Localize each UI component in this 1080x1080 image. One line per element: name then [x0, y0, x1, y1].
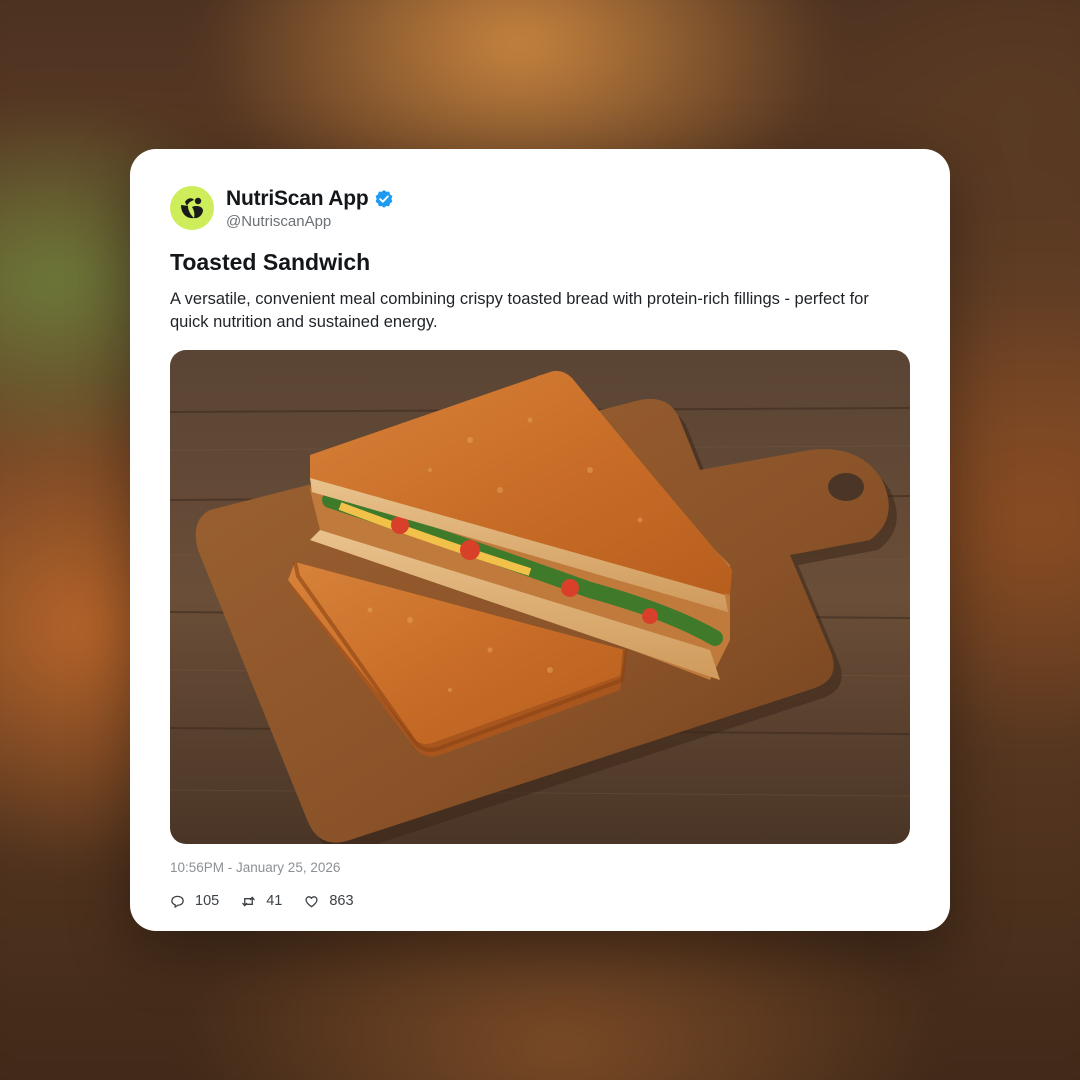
like-button[interactable]: 863 [304, 893, 354, 909]
like-count: 863 [329, 893, 354, 909]
reply-count: 105 [195, 893, 220, 909]
verified-badge-icon [376, 189, 393, 208]
repost-button[interactable]: 41 [241, 893, 282, 909]
post-title: Toasted Sandwich [170, 249, 371, 275]
reply-button[interactable]: 105 [170, 893, 219, 909]
avatar[interactable] [170, 186, 214, 230]
heart-icon [305, 895, 318, 907]
post-image[interactable] [170, 350, 910, 844]
nutriscan-logo-icon [181, 197, 203, 219]
toasted-sandwich-photo [170, 350, 910, 844]
post-description: A versatile, convenient meal combining c… [170, 290, 869, 331]
speech-bubble-icon [171, 895, 184, 908]
account-handle[interactable]: @NutriscanApp [226, 213, 394, 230]
post-timestamp[interactable]: 10:56PM - January 25, 2026 [170, 860, 910, 875]
post-card: NutriScan App @NutriscanApp Toasted Sand… [130, 149, 950, 931]
account-name[interactable]: NutriScan App [226, 187, 369, 211]
engagement-bar: 105 41 863 [170, 893, 910, 909]
repost-arrows-icon [242, 896, 255, 906]
post-header: NutriScan App @NutriscanApp [170, 185, 910, 231]
repost-count: 41 [266, 893, 283, 909]
